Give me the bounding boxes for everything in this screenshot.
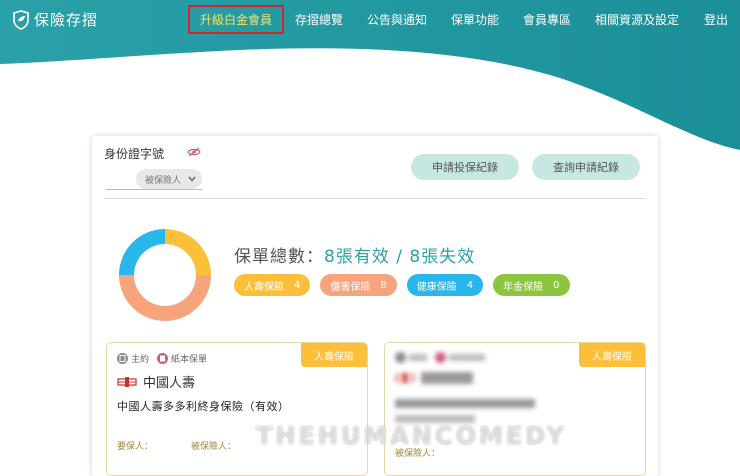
donut-slice-health <box>119 229 165 275</box>
eye-slash-icon[interactable] <box>187 147 201 157</box>
nav-policy-functions[interactable]: 保單功能 <box>451 11 499 28</box>
badge-count: 0 <box>553 279 560 291</box>
policy-type-tag: 人壽保險 <box>579 343 645 367</box>
blurred-chip <box>395 352 427 363</box>
divider <box>104 198 646 199</box>
nav-logout[interactable]: 登出 <box>704 11 728 28</box>
category-badges: 人壽保險 4 傷害保險 8 健康保險 4 年金保險 0 <box>234 274 570 296</box>
summary-invalid: 8張失效 <box>409 247 476 267</box>
insurer: 中國人壽 <box>117 372 195 391</box>
nav-passbook-overview[interactable]: 存摺總覽 <box>295 11 343 28</box>
app-title: 保險存摺 <box>34 11 99 29</box>
shield-leaf-icon <box>13 9 29 30</box>
badge-count: 8 <box>380 279 387 291</box>
id-number-label: 身份證字號 <box>104 147 165 161</box>
summary-valid: 8張有效 <box>324 247 390 267</box>
badge-label: 傷害保險 <box>330 281 371 293</box>
chevron-down-icon <box>188 176 196 182</box>
policy-summary: 保單總數：8張有效 / 8張失效 <box>234 242 475 267</box>
role-select-value: 被保險人 <box>145 175 182 186</box>
donut-slice-accident <box>119 275 211 321</box>
document-icon <box>395 352 406 363</box>
policy-donut-chart <box>119 229 211 321</box>
summary-separator: / <box>389 247 410 267</box>
badge-annuity[interactable]: 年金保險 0 <box>493 274 570 296</box>
badge-label: 健康保險 <box>416 281 457 293</box>
summary-prefix: 保單總數： <box>234 247 324 267</box>
insurer-name: 中國人壽 <box>143 376 196 391</box>
document-icon <box>117 353 128 364</box>
policy-card[interactable]: 人壽保險 主約 紙本保單 中國人壽 中國人壽多多利終身保險（有效） 要保人： 被… <box>106 342 368 476</box>
policy-card[interactable]: 人壽保險 被保險人： <box>384 342 646 476</box>
main-contract-chip: 主約 <box>117 352 149 365</box>
app-logo[interactable]: 保險存摺 <box>12 9 98 30</box>
apply-record-button[interactable]: 申請投保紀錄 <box>411 154 519 180</box>
nav-resources-settings[interactable]: 相關資源及設定 <box>595 11 679 28</box>
applicant-label: 要保人： <box>117 442 154 452</box>
paper-icon <box>435 352 446 363</box>
top-navbar: 保險存摺 升級白金會員 存摺總覽 公告與通知 保單功能 會員專區 相關資源及設定… <box>0 0 740 40</box>
insurer-logo-icon <box>395 373 415 383</box>
policy-type-tag: 人壽保險 <box>301 343 367 367</box>
watermark: THEHUMANCOMEDY <box>256 422 567 450</box>
paper-icon <box>157 353 168 364</box>
nav-member-area[interactable]: 會員專區 <box>523 11 571 28</box>
donut-slice-life <box>165 229 211 275</box>
blurred-chip <box>435 352 485 363</box>
role-select[interactable]: 被保險人 <box>136 169 202 189</box>
badge-life[interactable]: 人壽保險 4 <box>234 274 311 296</box>
insurer-logo-icon <box>117 376 137 387</box>
badge-count: 4 <box>294 279 301 291</box>
badge-count: 4 <box>466 279 474 291</box>
badge-health[interactable]: 健康保險 4 <box>406 274 484 296</box>
badge-accident[interactable]: 傷害保險 8 <box>320 274 397 296</box>
badge-label: 年金保險 <box>503 281 544 293</box>
chip-label: 紙本保單 <box>171 355 208 365</box>
insured-label: 被保險人： <box>191 442 237 452</box>
product-name: 中國人壽多多利終身保險（有效） <box>117 400 290 413</box>
badge-label: 人壽保險 <box>244 281 284 293</box>
role-underline <box>106 189 202 190</box>
insurer <box>395 372 473 384</box>
nav-upgrade-platinum[interactable]: 升級白金會員 <box>188 5 285 34</box>
paper-policy-chip: 紙本保單 <box>157 352 207 365</box>
nav-announcements[interactable]: 公告與通知 <box>367 11 427 28</box>
chip-label: 主約 <box>131 355 150 365</box>
query-record-button[interactable]: 查詢申請紀錄 <box>532 154 640 180</box>
